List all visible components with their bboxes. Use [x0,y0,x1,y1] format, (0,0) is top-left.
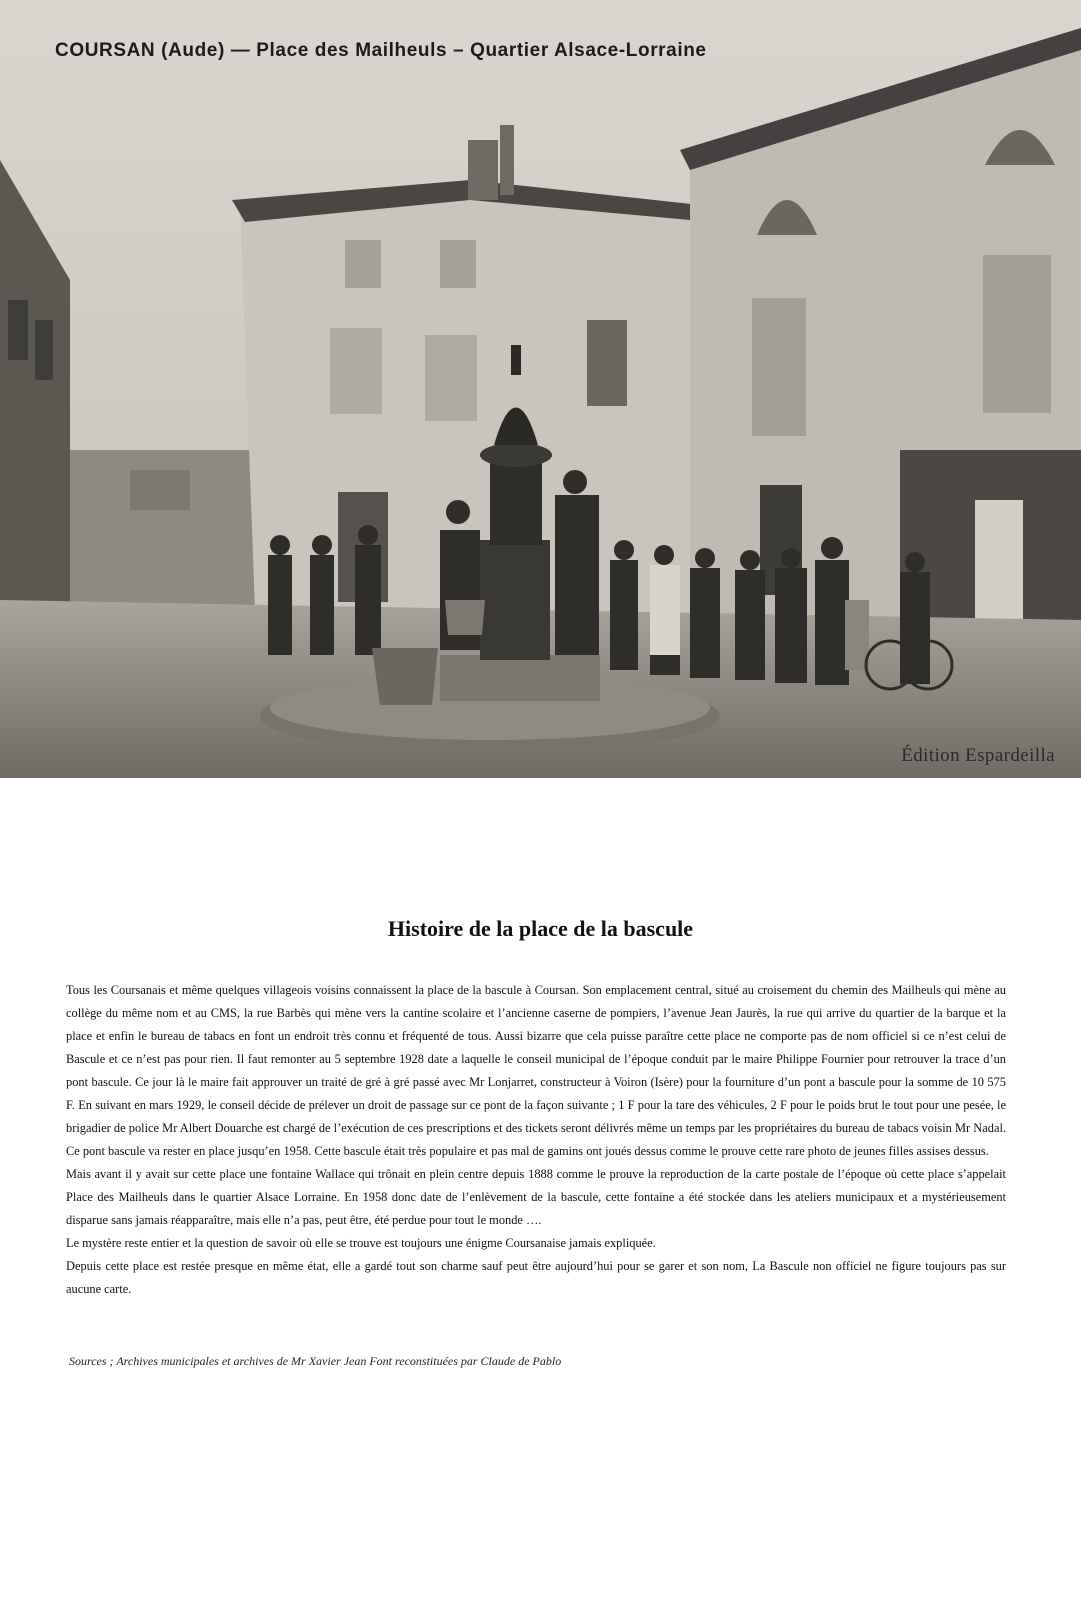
postcard-photo: COURSAN (Aude) — Place des Mailheuls – Q… [0,0,1081,778]
article-title: Histoire de la place de la bascule [387,916,694,941]
sources-note: Sources ; Archives municipales et archiv… [69,1354,562,1368]
article-paragraph: Depuis cette place est restée presque en… [66,1259,1006,1296]
article-paragraph: Tous les Coursanais et même quelques vil… [66,983,1006,1158]
publisher-credit: Édition Espardeilla [901,745,1055,766]
postcard-caption: COURSAN (Aude) — Place des Mailheuls – Q… [55,40,707,61]
article-body: Tous les Coursanais et même quelques vil… [66,979,1006,1301]
article-paragraph: Le mystère reste entier et la question d… [66,1236,656,1250]
article-paragraph: Mais avant il y avait sur cette place un… [66,1167,1006,1227]
fountain-square-illustration [0,0,1081,778]
